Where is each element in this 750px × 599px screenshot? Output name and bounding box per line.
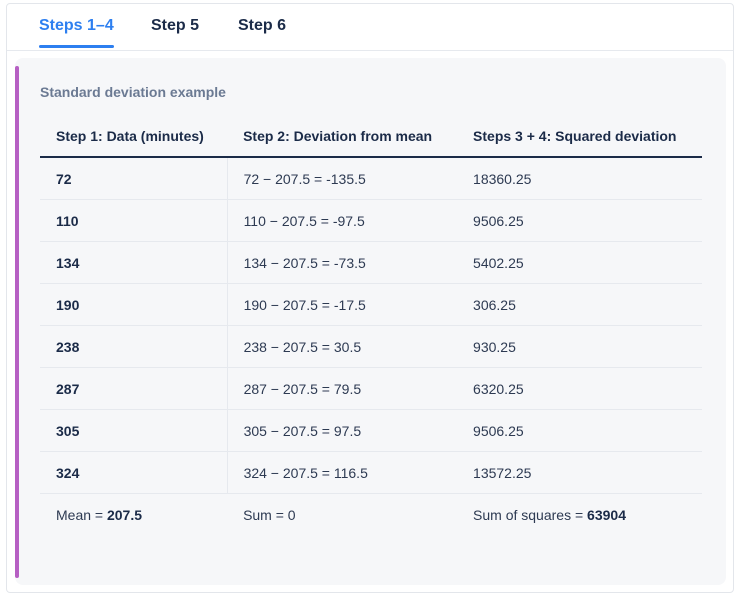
deviation-cell: 305 − 207.5 = 97.5 (227, 409, 458, 452)
table-row: 305 305 − 207.5 = 97.5 9506.25 (40, 409, 702, 452)
deviation-cell: 72 − 207.5 = -135.5 (227, 157, 458, 200)
squared-cell: 13572.25 (457, 451, 702, 494)
deviation-cell: 110 − 207.5 = -97.5 (227, 199, 458, 242)
table-row: 238 238 − 207.5 = 30.5 930.25 (40, 325, 702, 368)
squared-cell: 930.25 (457, 325, 702, 368)
table-footer-row: Mean = 207.5 Sum = 0 Sum of squares = 63… (40, 494, 702, 536)
deviation-cell: 134 − 207.5 = -73.5 (227, 241, 458, 284)
data-cell: 324 (40, 451, 228, 494)
tab-step-5[interactable]: Step 5 (151, 17, 199, 35)
data-cell: 287 (40, 367, 228, 410)
data-cell: 305 (40, 409, 228, 452)
accent-bar (15, 66, 19, 578)
deviation-cell: 238 − 207.5 = 30.5 (227, 325, 458, 368)
tab-bar: Steps 1–4 Step 5 Step 6 (7, 4, 733, 51)
data-cell: 134 (40, 241, 228, 284)
mean-summary: Mean = 207.5 (40, 494, 227, 536)
content-frame: Steps 1–4 Step 5 Step 6 Standard deviati… (6, 3, 734, 593)
table-row: 134 134 − 207.5 = -73.5 5402.25 (40, 241, 702, 284)
table-header-row: Step 1: Data (minutes) Step 2: Deviation… (40, 116, 702, 158)
squared-cell: 6320.25 (457, 367, 702, 410)
column-header-squared: Steps 3 + 4: Squared deviation (457, 116, 702, 158)
active-tab-indicator (39, 45, 114, 48)
card-title: Standard deviation example (40, 84, 226, 100)
data-cell: 238 (40, 325, 228, 368)
table-row: 324 324 − 207.5 = 116.5 13572.25 (40, 451, 702, 494)
tab-steps-1-4[interactable]: Steps 1–4 (39, 17, 114, 35)
squares-summary: Sum of squares = 63904 (457, 494, 702, 536)
example-card: Standard deviation example Step 1: Data … (15, 58, 726, 585)
mean-label: Mean = (56, 506, 107, 523)
mean-value: 207.5 (106, 506, 143, 523)
table-row: 190 190 − 207.5 = -17.5 306.25 (40, 283, 702, 326)
squared-cell: 5402.25 (457, 241, 702, 284)
deviation-cell: 324 − 207.5 = 116.5 (227, 451, 458, 494)
squared-cell: 18360.25 (457, 157, 702, 200)
squares-label: Sum of squares = (473, 506, 588, 523)
squares-value: 63904 (587, 506, 626, 523)
deviation-cell: 287 − 207.5 = 79.5 (227, 367, 458, 410)
squared-cell: 9506.25 (457, 199, 702, 242)
sum-summary: Sum = 0 (243, 506, 296, 523)
squared-cell: 306.25 (457, 283, 702, 326)
data-table: Step 1: Data (minutes) Step 2: Deviation… (40, 116, 702, 535)
table-row: 110 110 − 207.5 = -97.5 9506.25 (40, 199, 702, 242)
column-header-deviation: Step 2: Deviation from mean (227, 116, 458, 158)
data-cell: 190 (40, 283, 228, 326)
column-header-data: Step 1: Data (minutes) (40, 116, 228, 158)
squared-cell: 9506.25 (457, 409, 702, 452)
deviation-cell: 190 − 207.5 = -17.5 (227, 283, 458, 326)
table-row: 72 72 − 207.5 = -135.5 18360.25 (40, 157, 702, 200)
tab-step-6[interactable]: Step 6 (238, 17, 286, 35)
data-cell: 72 (40, 157, 228, 200)
data-cell: 110 (40, 199, 228, 242)
table-row: 287 287 − 207.5 = 79.5 6320.25 (40, 367, 702, 410)
